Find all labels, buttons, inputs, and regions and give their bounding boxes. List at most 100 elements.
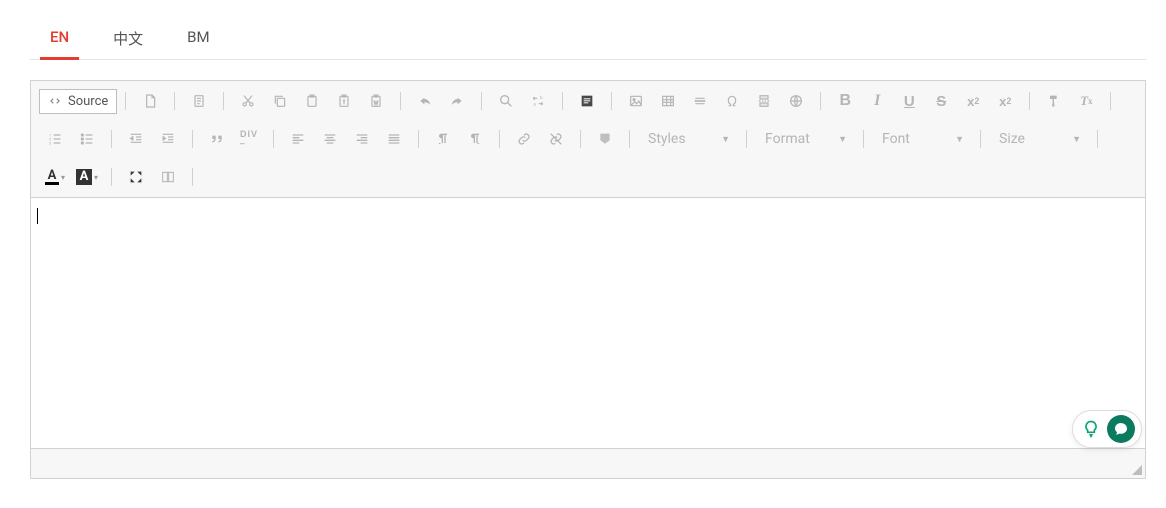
separator: [481, 92, 482, 110]
separator: [111, 168, 112, 186]
separator: [418, 130, 419, 148]
paste-word-icon: [368, 93, 384, 109]
separator: [174, 92, 175, 110]
rtl-button[interactable]: [459, 125, 491, 153]
bg-color-icon: A: [76, 169, 92, 185]
align-left-button[interactable]: [282, 125, 314, 153]
resize-grip[interactable]: [1132, 465, 1142, 475]
editor-toolbar: Source: [31, 81, 1145, 198]
pagebreak-icon: [756, 93, 772, 109]
italic-button[interactable]: I: [861, 87, 893, 115]
text-cursor: [37, 208, 38, 224]
paste-text-button[interactable]: [328, 87, 360, 115]
separator: [192, 130, 193, 148]
tab-en[interactable]: EN: [48, 20, 71, 59]
align-left-icon: [290, 131, 306, 147]
iframe-icon: [788, 93, 804, 109]
source-button[interactable]: Source: [39, 89, 117, 114]
tab-bm[interactable]: BM: [185, 20, 211, 59]
styles-combo[interactable]: Styles▼: [638, 125, 738, 153]
separator: [562, 92, 563, 110]
align-justify-icon: [386, 131, 402, 147]
pagebreak-button[interactable]: [748, 87, 780, 115]
link-button[interactable]: [508, 125, 540, 153]
specialchar-button[interactable]: [716, 87, 748, 115]
format-combo[interactable]: Format▼: [755, 125, 855, 153]
blockquote-button[interactable]: [201, 125, 233, 153]
select-all-button[interactable]: [571, 87, 603, 115]
separator: [820, 92, 821, 110]
ordered-list-icon: 123: [47, 131, 63, 147]
show-blocks-icon: [160, 169, 176, 185]
paste-button[interactable]: [296, 87, 328, 115]
svg-text:a: a: [534, 103, 537, 108]
separator: [125, 92, 126, 110]
underline-button[interactable]: U: [893, 87, 925, 115]
tab-zh[interactable]: 中文: [111, 20, 145, 59]
cut-button[interactable]: [232, 87, 264, 115]
align-center-icon: [322, 131, 338, 147]
editor-footer: [31, 448, 1145, 478]
anchor-button[interactable]: [589, 125, 621, 153]
text-color-button[interactable]: A ▾: [39, 163, 71, 191]
separator: [273, 130, 274, 148]
align-center-button[interactable]: [314, 125, 346, 153]
bullet-list-button[interactable]: [71, 125, 103, 153]
ltr-button[interactable]: [427, 125, 459, 153]
blockquote-icon: [209, 131, 225, 147]
hr-icon: [692, 93, 708, 109]
copy-button[interactable]: [264, 87, 296, 115]
separator: [980, 130, 981, 148]
copy-icon: [272, 93, 288, 109]
superscript-button[interactable]: x2: [989, 87, 1021, 115]
undo-button[interactable]: [409, 87, 441, 115]
strike-button[interactable]: S: [925, 87, 957, 115]
select-all-icon: [579, 93, 595, 109]
indent-button[interactable]: [152, 125, 184, 153]
separator: [629, 130, 630, 148]
image-icon: [628, 93, 644, 109]
ordered-list-button[interactable]: 123: [39, 125, 71, 153]
redo-button[interactable]: [441, 87, 473, 115]
size-combo[interactable]: Size▼: [989, 125, 1089, 153]
paste-word-button[interactable]: [360, 87, 392, 115]
separator: [499, 130, 500, 148]
help-widget[interactable]: [1072, 410, 1142, 448]
subscript-button[interactable]: x2: [957, 87, 989, 115]
templates-button[interactable]: [183, 87, 215, 115]
editor-content-area[interactable]: [31, 198, 1145, 448]
div-button[interactable]: DIV⎯: [233, 125, 265, 153]
paste-icon: [304, 93, 320, 109]
show-blocks-button[interactable]: [152, 163, 184, 191]
format-painter-button[interactable]: [1038, 87, 1070, 115]
separator: [746, 130, 747, 148]
iframe-button[interactable]: [780, 87, 812, 115]
link-icon: [516, 131, 532, 147]
redo-icon: [449, 93, 465, 109]
hr-button[interactable]: [684, 87, 716, 115]
image-button[interactable]: [620, 87, 652, 115]
outdent-button[interactable]: [120, 125, 152, 153]
templates-icon: [191, 93, 207, 109]
new-page-button[interactable]: [134, 87, 166, 115]
rtl-icon: [467, 131, 483, 147]
align-right-button[interactable]: [346, 125, 378, 153]
lightbulb-icon: [1081, 419, 1101, 439]
unlink-button[interactable]: [540, 125, 572, 153]
replace-button[interactable]: ba: [522, 87, 554, 115]
source-icon: [48, 94, 62, 108]
maximize-button[interactable]: [120, 163, 152, 191]
font-combo[interactable]: Font▼: [872, 125, 972, 153]
table-button[interactable]: [652, 87, 684, 115]
remove-format-button[interactable]: Tx: [1070, 87, 1102, 115]
outdent-icon: [128, 131, 144, 147]
cut-icon: [240, 93, 256, 109]
align-justify-button[interactable]: [378, 125, 410, 153]
rich-editor: Source: [30, 80, 1146, 479]
anchor-icon: [597, 131, 613, 147]
chat-icon: [1107, 415, 1135, 443]
bg-color-button[interactable]: A ▾: [71, 163, 103, 191]
separator: [192, 168, 193, 186]
find-button[interactable]: [490, 87, 522, 115]
bold-button[interactable]: B: [829, 87, 861, 115]
